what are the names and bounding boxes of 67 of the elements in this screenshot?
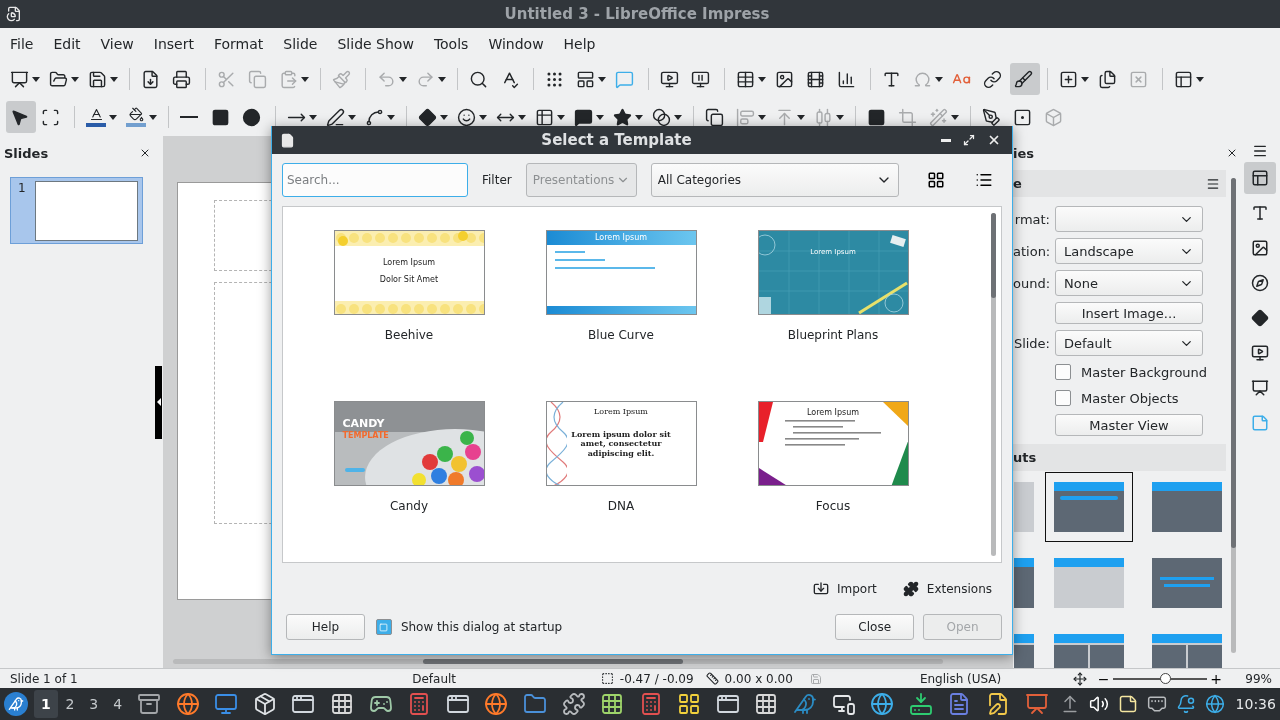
field-label: ound: [1013,275,1050,291]
sidebar-title: ies [1013,145,1034,161]
workspace-button[interactable]: 3 [81,690,106,718]
template-thumbnail[interactable]: Lorem Ipsum Lorem ipsum dolor sit amet, consectetur adipiscing elit. [545,401,697,486]
extensions-button[interactable]: Extensions [900,577,994,601]
field-label: Slide: [1013,335,1050,351]
dropdown[interactable]: Landscape [1055,238,1203,264]
close-dialog-button[interactable]: Close [835,614,915,640]
slide-number: 1 [17,181,27,195]
position-value: -0.47 / -0.09 [619,671,694,686]
template-name: Blueprint Plans [787,328,879,342]
import-button[interactable]: Import [811,577,879,601]
field-label: ation: [1013,243,1050,259]
sidebar-button[interactable]: Insert Image... [1055,302,1203,324]
dropdown[interactable]: None [1055,270,1203,296]
window-title: Untitled 3 - LibreOffice Impress [503,5,771,23]
master-name: Default [412,671,457,686]
template-thumbnail[interactable]: Lorem Ipsum [757,401,909,486]
slide-subtitle: TEMPLATE [342,430,389,440]
workspace-button[interactable]: 1 [33,690,58,718]
workspace-button[interactable]: 2 [57,690,82,718]
clock: 10:36 [1235,696,1276,712]
template-name: DNA [607,499,635,513]
slide-title: Lorem Ipsum [806,408,860,418]
slide-subtitle: Dolor Sit Amet [379,275,439,285]
checkbox-label: Master Objects [1081,390,1179,406]
template-name: Focus [815,499,851,513]
field-label: rmat: [1013,211,1050,227]
section-title: e [1013,176,1022,191]
template-thumbnail[interactable]: Lorem Ipsum Dolor Sit Amet [333,230,485,315]
sidebar-button[interactable]: Master View [1055,414,1203,436]
menu-item[interactable]: Insert [143,36,204,52]
dialog-title: Select a Template [540,131,693,149]
menu-item[interactable]: File [0,36,44,52]
slide-title: Lorem Ipsum [594,407,648,417]
slide-counter: Slide 1 of 1 [10,671,78,686]
pane-title: Slides [4,145,49,161]
help-button[interactable]: Help [286,614,365,640]
template-name: Blue Curve [588,328,654,342]
template-name: Candy [389,499,429,513]
zoom-out-button[interactable]: − [1094,670,1113,687]
section-title: uts [1013,450,1037,465]
menu-item[interactable]: Slide [273,36,328,52]
search-field[interactable]: Search... [282,163,468,197]
filter-label: Filter [482,173,512,187]
menu-item[interactable]: View [90,36,144,52]
slide-body: Lorem ipsum dolor sit amet, consectetur adipiscing elit. [570,430,672,458]
menu-item[interactable]: Tools [423,36,479,52]
menu-item[interactable]: Edit [43,36,91,52]
template-name: Beehive [384,328,434,342]
zoom-in-button[interactable]: + [1207,670,1226,687]
slide-title: CANDY [342,418,385,431]
checkbox-label: Master Background [1081,364,1208,380]
size-value: 0.00 x 0.00 [724,671,793,686]
slide-title: Lorem Ipsum [382,258,436,268]
menu-item[interactable]: Help [553,36,606,52]
menu-item[interactable]: Slide Show [327,36,424,52]
slide-title: Lorem Ipsum [594,233,648,243]
checkbox-label: Show this dialog at startup [400,620,563,634]
zoom-percent[interactable]: 99% [1245,671,1272,686]
slide-thumbnail[interactable]: 1 [10,177,143,244]
workspace-button[interactable]: 4 [105,690,130,718]
menu-item[interactable]: Window [478,36,554,52]
dropdown[interactable]: Default [1055,330,1203,356]
language[interactable]: English (USA) [919,671,1002,686]
menu-item[interactable]: Format [203,36,274,52]
category-dropdown[interactable]: All Categories [650,163,899,197]
